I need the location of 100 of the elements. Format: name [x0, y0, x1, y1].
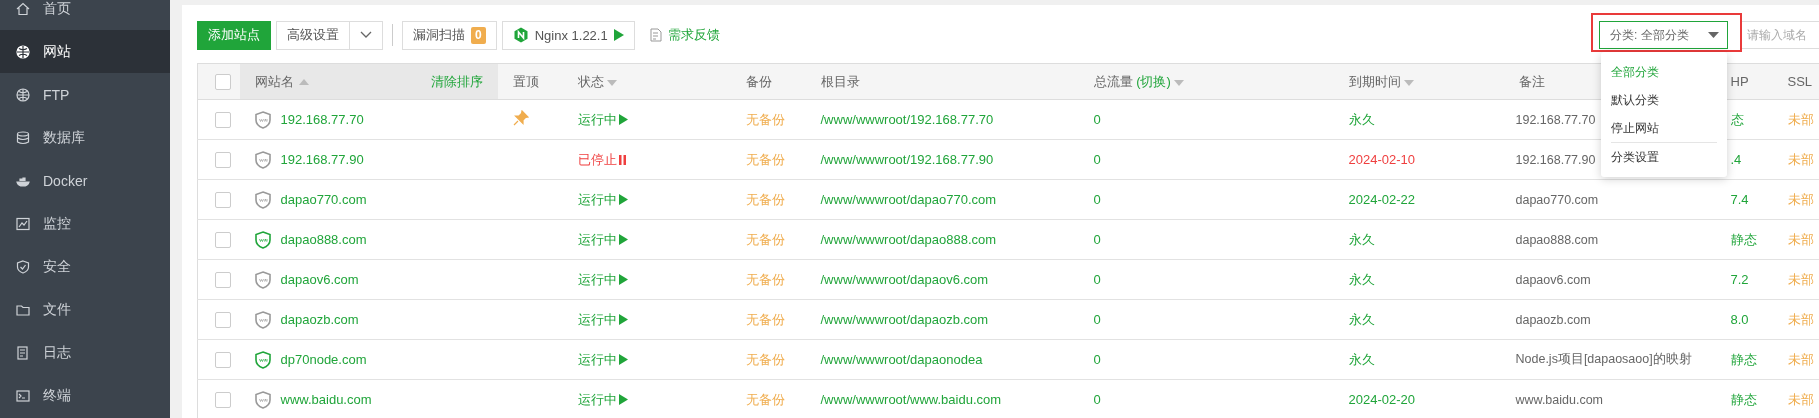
status-toggle[interactable]: 运行中	[577, 310, 628, 329]
expiry-date[interactable]: 永久	[1348, 111, 1375, 127]
site-name-link[interactable]: 192.168.77.70	[280, 112, 364, 127]
ssl-status[interactable]: 未部	[1787, 111, 1814, 127]
column-header[interactable]: 总流量	[1093, 73, 1133, 89]
site-name-link[interactable]: dp70node.com	[280, 352, 367, 367]
root-path-link[interactable]: /www/wwwroot/dapaonodea	[820, 352, 983, 367]
site-name-link[interactable]: dapaozb.com	[280, 312, 359, 327]
checkbox[interactable]	[215, 351, 231, 368]
root-path-link[interactable]: /www/wwwroot/dapao770.com	[820, 192, 997, 207]
root-path-link[interactable]: /www/wwwroot/dapaov6.com	[820, 272, 989, 287]
ssl-status[interactable]: 未部	[1787, 351, 1814, 367]
note-text[interactable]: 192.168.77.70	[1515, 113, 1596, 127]
status-toggle[interactable]: 已停止	[577, 150, 626, 169]
backup-link[interactable]: 无备份	[745, 311, 785, 327]
checkbox[interactable]	[215, 191, 231, 208]
root-path-link[interactable]: /www/wwwroot/dapaozb.com	[820, 312, 989, 327]
toggle-link[interactable]: (切换)	[1136, 73, 1171, 89]
sidebar-item[interactable]: 终端	[0, 374, 170, 417]
status-toggle[interactable]: 运行中	[577, 190, 628, 209]
backup-link[interactable]: 无备份	[745, 151, 785, 167]
status-toggle[interactable]: 运行中	[577, 270, 628, 289]
category-select[interactable]: 分类: 全部分类	[1599, 21, 1728, 49]
advanced-settings-button[interactable]: 高级设置	[276, 20, 350, 50]
sidebar-item[interactable]: 日志	[0, 331, 170, 374]
site-name-link[interactable]: www.baidu.com	[280, 392, 372, 407]
ssl-status[interactable]: 未部	[1787, 151, 1814, 167]
root-path-link[interactable]: /www/wwwroot/dapao888.com	[820, 232, 997, 247]
backup-link[interactable]: 无备份	[745, 191, 785, 207]
search-field[interactable]: 请输入域名	[1740, 21, 1819, 49]
note-text[interactable]: dapaozb.com	[1515, 313, 1591, 327]
feedback-link[interactable]: 需求反馈	[649, 26, 720, 44]
note-text[interactable]: Node.js项目[dapaosaoo]的映射	[1515, 352, 1692, 366]
php-version[interactable]: 7.2	[1730, 272, 1749, 287]
backup-link[interactable]: 无备份	[745, 391, 785, 407]
status-toggle[interactable]: 运行中	[577, 230, 628, 249]
ssl-status[interactable]: 未部	[1787, 231, 1814, 247]
expiry-date[interactable]: 永久	[1348, 351, 1375, 367]
root-path-link[interactable]: /www/wwwroot/www.baidu.com	[820, 392, 1002, 407]
note-text[interactable]: dapao770.com	[1515, 193, 1599, 207]
menu-item[interactable]: 全部分类	[1601, 58, 1727, 86]
status-toggle[interactable]: 运行中	[577, 110, 628, 129]
backup-link[interactable]: 无备份	[745, 231, 785, 247]
sidebar-item[interactable]: 数据库	[0, 116, 170, 159]
column-header[interactable]: 状态	[577, 73, 604, 89]
php-version[interactable]: 静态	[1730, 351, 1757, 367]
backup-link[interactable]: 无备份	[745, 111, 785, 127]
menu-item[interactable]: 分类设置	[1601, 143, 1727, 171]
ssl-status[interactable]: 未部	[1787, 311, 1814, 327]
status-toggle[interactable]: 运行中	[577, 390, 628, 409]
menu-item[interactable]: 默认分类	[1601, 86, 1727, 114]
php-version[interactable]: 8.0	[1730, 312, 1749, 327]
clear-sort-link[interactable]: 清除排序	[430, 72, 483, 91]
note-text[interactable]: 192.168.77.90	[1515, 153, 1596, 167]
vulnerability-scan-button[interactable]: 漏洞扫描 0	[402, 20, 497, 50]
sidebar-item[interactable]: 安全	[0, 245, 170, 288]
expiry-date[interactable]: 永久	[1348, 271, 1375, 287]
note-text[interactable]: dapaov6.com	[1515, 273, 1591, 287]
nginx-button[interactable]: Nginx 1.22.1	[501, 20, 635, 50]
checkbox[interactable]	[215, 391, 231, 408]
backup-link[interactable]: 无备份	[745, 271, 785, 287]
checkbox[interactable]	[215, 231, 231, 248]
sidebar-item[interactable]: FTP	[0, 73, 170, 116]
site-name-link[interactable]: dapao888.com	[280, 232, 367, 247]
dropdown-button[interactable]	[350, 20, 383, 50]
pin-icon[interactable]	[512, 110, 529, 126]
column-header[interactable]: 网站名	[254, 72, 294, 91]
sidebar-item[interactable]: Docker	[0, 159, 170, 202]
expiry-date[interactable]: 2024-02-22	[1348, 192, 1415, 207]
php-version[interactable]: 静态	[1730, 231, 1757, 247]
expiry-date[interactable]: 永久	[1348, 231, 1375, 247]
sidebar-item[interactable]: 监控	[0, 202, 170, 245]
checkbox[interactable]	[215, 311, 231, 328]
backup-link[interactable]: 无备份	[745, 351, 785, 367]
root-path-link[interactable]: /www/wwwroot/192.168.77.70	[820, 112, 994, 127]
checkbox[interactable]	[215, 151, 231, 168]
php-version[interactable]: .4	[1730, 152, 1742, 167]
php-version[interactable]: 态	[1730, 111, 1744, 127]
ssl-status[interactable]: 未部	[1787, 271, 1814, 287]
note-text[interactable]: www.baidu.com	[1515, 393, 1604, 407]
column-header[interactable]: 到期时间	[1348, 73, 1401, 89]
site-name-link[interactable]: dapaov6.com	[280, 272, 359, 287]
checkbox[interactable]	[215, 73, 231, 90]
root-path-link[interactable]: /www/wwwroot/192.168.77.90	[820, 152, 994, 167]
site-name-link[interactable]: 192.168.77.90	[280, 152, 364, 167]
add-site-button[interactable]: 添加站点	[197, 20, 271, 50]
expiry-date[interactable]: 2024-02-10	[1348, 152, 1415, 167]
php-version[interactable]: 7.4	[1730, 192, 1749, 207]
expiry-date[interactable]: 2024-02-20	[1348, 392, 1415, 407]
sidebar-item[interactable]: 文件	[0, 288, 170, 331]
sidebar-item[interactable]: 首页	[0, 0, 170, 30]
menu-item[interactable]: 停止网站	[1601, 114, 1727, 142]
checkbox[interactable]	[215, 111, 231, 128]
site-name-link[interactable]: dapao770.com	[280, 192, 367, 207]
expiry-date[interactable]: 永久	[1348, 311, 1375, 327]
sidebar-item[interactable]: 网站	[0, 30, 170, 73]
ssl-status[interactable]: 未部	[1787, 391, 1814, 407]
note-text[interactable]: dapao888.com	[1515, 233, 1599, 247]
checkbox[interactable]	[215, 271, 231, 288]
ssl-status[interactable]: 未部	[1787, 191, 1814, 207]
